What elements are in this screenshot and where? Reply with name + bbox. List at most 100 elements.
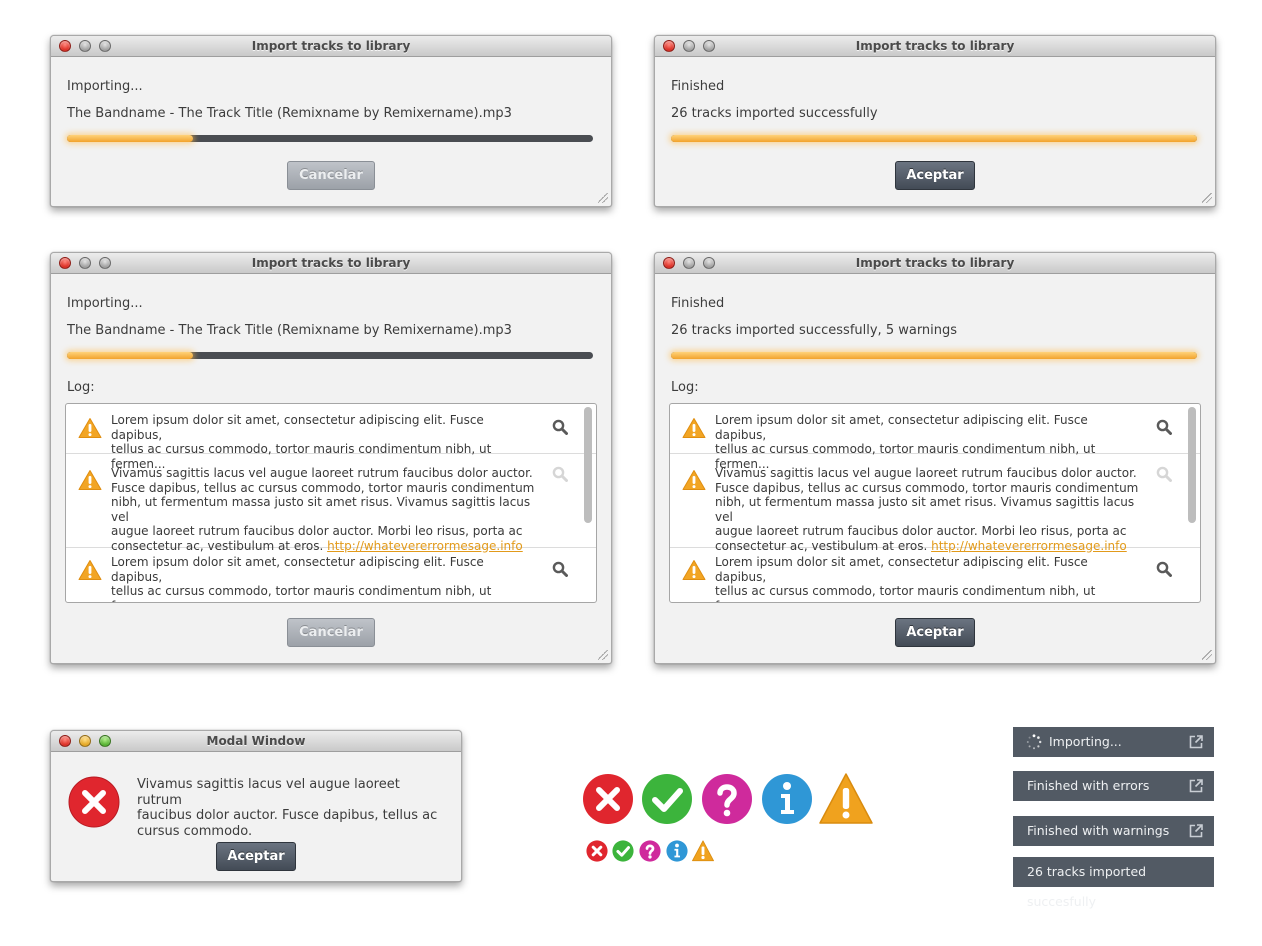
- resize-grip[interactable]: [1202, 650, 1212, 660]
- import-window-progress: Import tracks to library Importing... Th…: [50, 35, 612, 207]
- progress-fill: [67, 135, 194, 142]
- log-entry[interactable]: Lorem ipsum dolor sit amet, consectetur …: [670, 404, 1200, 471]
- zoom-button[interactable]: [703, 40, 715, 52]
- minimize-button[interactable]: [79, 257, 91, 269]
- resize-grip[interactable]: [1202, 193, 1212, 203]
- progress-fill: [671, 135, 1197, 142]
- cancel-button[interactable]: Cancelar: [287, 618, 375, 647]
- error-icon: [68, 776, 120, 828]
- log-entry-text: nibh, ut fermentum massa justo sit amet …: [111, 495, 531, 524]
- minimize-button[interactable]: [79, 40, 91, 52]
- notification-label: Importing...: [1049, 734, 1122, 749]
- log-entry[interactable]: Lorem ipsum dolor sit amet, consectetur …: [66, 548, 596, 602]
- search-icon[interactable]: [1156, 561, 1172, 577]
- close-button[interactable]: [59, 40, 71, 52]
- log-entry-text: augue laoreet rutrum faucibus dolor auct…: [111, 524, 523, 538]
- scrollbar[interactable]: [584, 407, 592, 523]
- log-entry-text: Fusce dapibus, tellus ac cursus commodo,…: [715, 480, 1139, 495]
- close-button[interactable]: [663, 257, 675, 269]
- cancel-button[interactable]: Cancelar: [287, 161, 375, 190]
- window-controls: [59, 40, 119, 52]
- minimize-button[interactable]: [683, 40, 695, 52]
- modal-window: Modal Window Vivamus sagittis lacus vel …: [50, 730, 462, 882]
- external-link-icon[interactable]: [1188, 823, 1204, 839]
- log-entry-text: Lorem ipsum dolor sit amet, consectetur …: [715, 555, 1088, 584]
- status-text: Importing...: [67, 296, 143, 311]
- progress-fill: [671, 352, 1197, 359]
- notification-label: 26 tracks imported succesfully: [1027, 864, 1147, 909]
- notification-warnings[interactable]: Finished with warnings: [1013, 816, 1214, 846]
- warning-icon: [682, 417, 706, 439]
- search-icon[interactable]: [552, 466, 568, 482]
- search-icon[interactable]: [1156, 419, 1172, 435]
- success-icon: [642, 774, 692, 824]
- window-title: Import tracks to library: [855, 256, 1015, 270]
- log-entry-text: Vivamus sagittis lacus vel augue laoreet…: [111, 466, 533, 480]
- title-bar[interactable]: Import tracks to library: [655, 253, 1215, 274]
- log-list[interactable]: Lorem ipsum dolor sit amet, consectetur …: [65, 403, 597, 603]
- close-button[interactable]: [663, 40, 675, 52]
- warning-icon: [78, 559, 102, 581]
- log-list[interactable]: Lorem ipsum dolor sit amet, consectetur …: [669, 403, 1201, 603]
- log-entry[interactable]: Vivamus sagittis lacus vel augue laoreet…: [670, 454, 1200, 553]
- zoom-button[interactable]: [99, 40, 111, 52]
- window-controls: [59, 257, 119, 269]
- notification-success[interactable]: 26 tracks imported succesfully: [1013, 857, 1214, 909]
- info-icon: [666, 840, 688, 862]
- progress-bar: [671, 135, 1197, 142]
- warning-icon: [78, 417, 102, 439]
- zoom-button[interactable]: [99, 257, 111, 269]
- log-entry[interactable]: Lorem ipsum dolor sit amet, consectetur …: [670, 548, 1200, 602]
- search-icon[interactable]: [1156, 466, 1172, 482]
- log-entry-text: augue laoreet rutrum faucibus dolor auct…: [715, 524, 1127, 538]
- warning-icon: [78, 469, 102, 491]
- window-controls: [663, 40, 723, 52]
- minimize-button[interactable]: [683, 257, 695, 269]
- warning-icon: [682, 469, 706, 491]
- modal-message: faucibus dolor auctor. Fusce dapibus, te…: [137, 808, 438, 823]
- search-icon[interactable]: [552, 561, 568, 577]
- progress-bar: [67, 352, 593, 359]
- accept-button[interactable]: Aceptar: [216, 842, 296, 871]
- external-link-icon[interactable]: [1188, 734, 1204, 750]
- result-text: 26 tracks imported successfully: [671, 106, 878, 121]
- window-title: Import tracks to library: [251, 256, 411, 270]
- notification-label: Finished with errors: [1027, 778, 1150, 793]
- current-file-text: The Bandname - The Track Title (Remixnam…: [67, 323, 512, 338]
- zoom-button[interactable]: [99, 735, 111, 747]
- resize-grip[interactable]: [598, 650, 608, 660]
- current-file-text: The Bandname - The Track Title (Remixnam…: [67, 106, 512, 121]
- title-bar[interactable]: Import tracks to library: [655, 36, 1215, 57]
- scrollbar[interactable]: [1188, 407, 1196, 523]
- log-entry-text: tellus ac cursus commodo, tortor mauris …: [111, 584, 492, 602]
- error-icon: [586, 840, 608, 862]
- external-link-icon[interactable]: [1188, 778, 1204, 794]
- window-controls: [59, 735, 119, 747]
- zoom-button[interactable]: [703, 257, 715, 269]
- log-entry[interactable]: Lorem ipsum dolor sit amet, consectetur …: [66, 404, 596, 471]
- notification-label: Finished with warnings: [1027, 823, 1170, 838]
- title-bar[interactable]: Modal Window: [51, 731, 461, 752]
- notification-importing[interactable]: Importing...: [1013, 727, 1214, 757]
- close-button[interactable]: [59, 735, 71, 747]
- close-button[interactable]: [59, 257, 71, 269]
- warning-icon: [682, 559, 706, 581]
- log-entry[interactable]: Vivamus sagittis lacus vel augue laoreet…: [66, 454, 596, 553]
- warning-icon: [692, 840, 714, 862]
- window-title: Import tracks to library: [855, 39, 1015, 53]
- accept-button[interactable]: Aceptar: [895, 618, 975, 647]
- title-bar[interactable]: Import tracks to library: [51, 253, 611, 274]
- minimize-button[interactable]: [79, 735, 91, 747]
- progress-bar: [67, 135, 593, 142]
- status-text: Finished: [671, 79, 725, 94]
- resize-grip[interactable]: [598, 193, 608, 203]
- question-icon: [702, 774, 752, 824]
- notification-errors[interactable]: Finished with errors: [1013, 771, 1214, 801]
- status-text: Importing...: [67, 79, 143, 94]
- status-text: Finished: [671, 296, 725, 311]
- import-window-progress-log: Import tracks to library Importing... Th…: [50, 252, 612, 664]
- search-icon[interactable]: [552, 419, 568, 435]
- modal-message: Vivamus sagittis lacus vel augue laoreet…: [137, 777, 400, 808]
- title-bar[interactable]: Import tracks to library: [51, 36, 611, 57]
- accept-button[interactable]: Aceptar: [895, 161, 975, 190]
